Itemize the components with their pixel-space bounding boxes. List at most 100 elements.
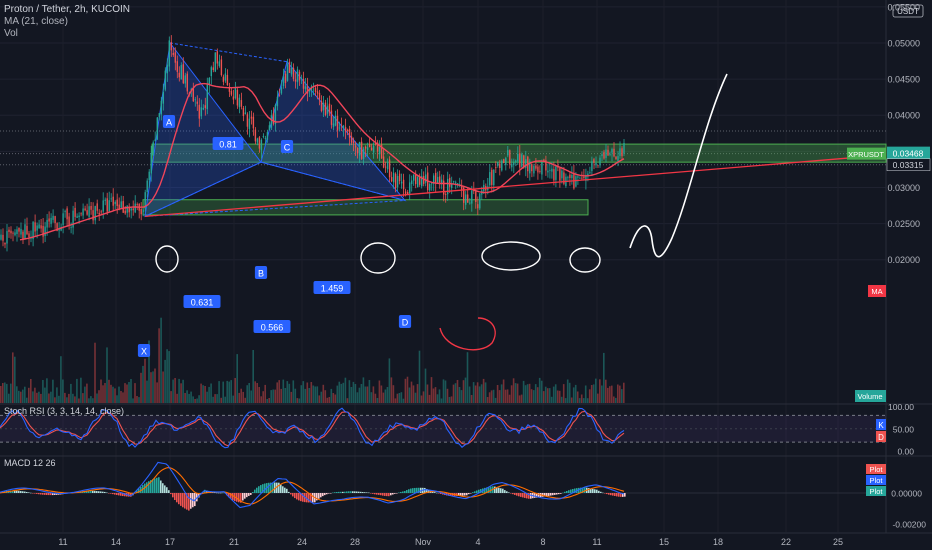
volume-bar: [106, 347, 108, 403]
volume-bar: [26, 397, 28, 403]
volume-bar: [34, 387, 36, 403]
volume-bar: [186, 390, 188, 403]
volume-bar: [226, 380, 228, 403]
time-axis-label: 17: [165, 537, 175, 547]
candle-body: [0, 234, 2, 240]
volume-bar: [208, 386, 210, 403]
volume-bar: [140, 372, 142, 403]
macd-histogram-bar: [246, 493, 248, 498]
volume-bar: [500, 384, 503, 403]
candle-body: [38, 224, 40, 229]
volume-bar: [150, 372, 152, 403]
volume-bar: [576, 391, 579, 403]
volume-bar: [542, 391, 545, 403]
macd-histogram-bar: [220, 492, 222, 494]
volume-bar: [78, 398, 80, 403]
volume-bar: [430, 377, 433, 403]
volume-bar: [280, 388, 282, 403]
macd-histogram-bar: [390, 493, 392, 496]
candle-body: [262, 136, 265, 137]
volume-bar: [242, 391, 244, 403]
volume-bar: [530, 389, 533, 403]
volume-bar: [138, 397, 140, 403]
candle-body: [90, 206, 92, 210]
volume-bar: [336, 385, 339, 403]
volume-bar: [96, 393, 98, 403]
macd-histogram-bar: [358, 491, 360, 493]
macd-histogram-bar: [518, 493, 520, 497]
ratio-label-xb: 0.631: [191, 298, 214, 308]
macd-histogram-bar: [520, 493, 522, 497]
macd-histogram-bar: [158, 477, 160, 493]
candle-body: [196, 101, 198, 104]
volume-bar: [386, 387, 389, 403]
volume-bar: [556, 390, 559, 403]
macd-histogram-bar: [320, 493, 322, 498]
macd-histogram-bar: [286, 488, 288, 493]
volume-bar: [154, 368, 156, 403]
candle-body: [160, 100, 162, 115]
candle-body: [553, 169, 555, 181]
volume-bar: [118, 386, 120, 403]
volume-bar: [134, 383, 136, 403]
macd-histogram-bar: [272, 482, 274, 493]
volume-bar: [330, 388, 333, 403]
candle-body: [250, 116, 253, 119]
candle-body: [166, 64, 168, 74]
macd-histogram-bar: [22, 491, 24, 493]
volume-bar: [264, 384, 266, 403]
candle-body: [134, 203, 136, 213]
macd-histogram-bar: [408, 489, 410, 493]
price-tick-label: 0.02500: [887, 219, 920, 229]
volume-bar: [340, 383, 343, 403]
volume-bar: [528, 383, 531, 403]
macd-histogram-bar: [370, 493, 372, 494]
volume-bar: [170, 391, 172, 403]
macd-histogram-bar: [168, 490, 170, 493]
candle-body: [519, 153, 521, 168]
macd-histogram-bar: [218, 492, 220, 494]
macd-histogram-bar: [350, 491, 352, 493]
macd-histogram-bar: [30, 492, 32, 494]
volume-bar: [132, 398, 134, 403]
candle-body: [76, 216, 78, 218]
volume-bar: [438, 389, 441, 403]
candle-body: [507, 150, 509, 156]
symbol-title[interactable]: Proton / Tether, 2h, KUCOIN: [4, 4, 130, 15]
volume-bar: [0, 386, 2, 403]
volume-bar: [418, 350, 421, 403]
volume-bar: [22, 389, 24, 403]
volume-legend[interactable]: Vol: [4, 28, 18, 39]
volume-bar: [68, 393, 70, 403]
candle-body: [98, 212, 100, 215]
macd-histogram-bar: [292, 493, 294, 497]
volume-bar: [104, 383, 106, 403]
time-axis-label: 25: [833, 537, 843, 547]
macd-histogram-bar: [348, 491, 350, 493]
macd-histogram-bar: [256, 487, 258, 493]
macd-histogram-bar: [120, 493, 122, 496]
candle-body: [270, 115, 273, 128]
candle-body: [272, 113, 275, 124]
candle-body: [258, 137, 261, 149]
candle-body: [533, 165, 535, 174]
macd-histogram-bar: [280, 484, 282, 493]
candle-body: [499, 163, 501, 168]
candle-body: [429, 184, 431, 191]
ma-legend[interactable]: MA (21, close): [4, 16, 68, 27]
volume-bar: [454, 383, 457, 403]
chart-canvas[interactable]: A X B C D 0.81 0.631 1.459 0.566 Stoch RSI (3, 3,…: [0, 0, 932, 550]
macd-histogram-bar: [352, 491, 354, 493]
volume-bar: [522, 380, 525, 403]
price-tick-label: 0.02000: [887, 255, 920, 265]
volume-bar: [172, 379, 174, 403]
background: [0, 0, 932, 550]
macd-histogram-bar: [558, 493, 560, 495]
volume-bar: [548, 388, 551, 403]
volume-bar: [212, 396, 214, 403]
candle-body: [186, 73, 188, 92]
volume-tag: Volume: [857, 392, 882, 401]
candle-body: [50, 217, 52, 224]
volume-bar: [540, 380, 543, 403]
volume-bar: [220, 397, 222, 403]
